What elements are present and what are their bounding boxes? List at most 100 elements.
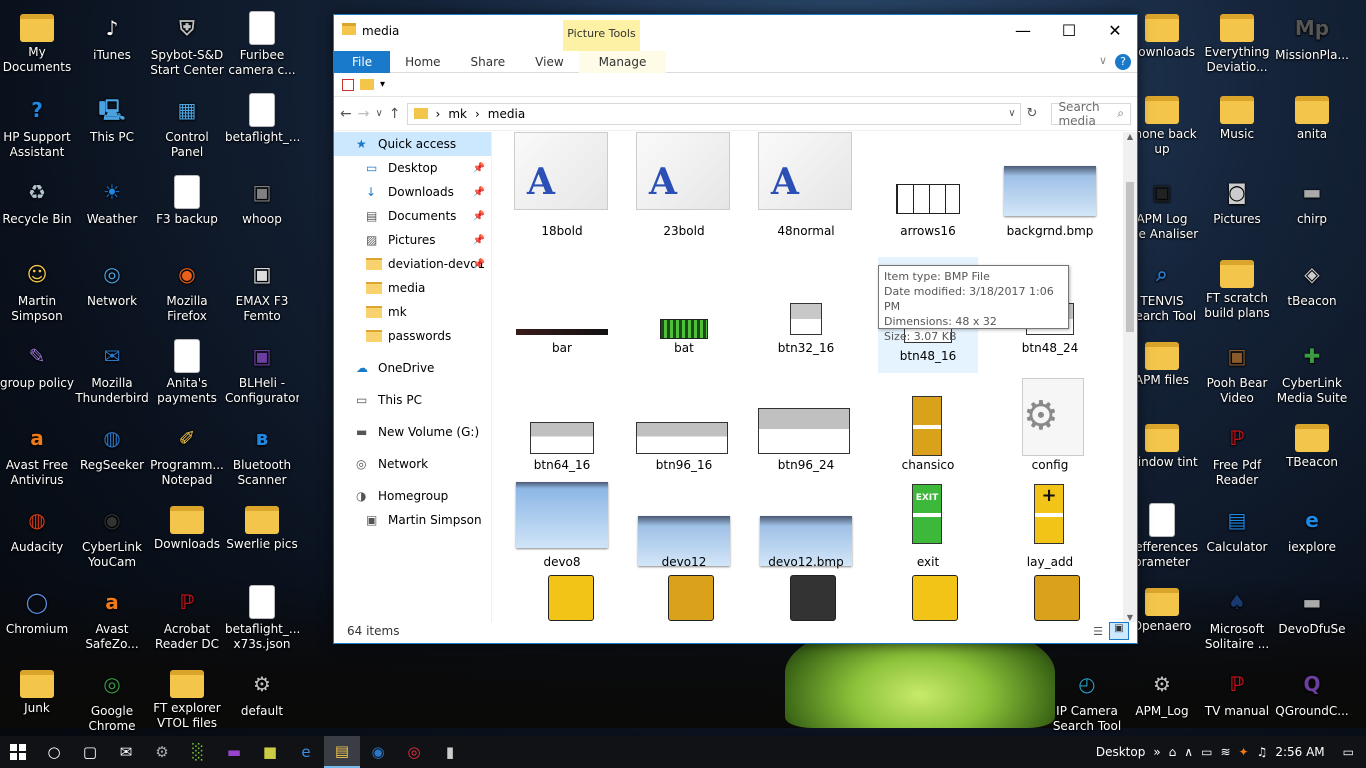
nav-item-this-pc[interactable]: ▭ This PC — [334, 388, 491, 412]
nav-item-onedrive[interactable]: ☁ OneDrive — [334, 356, 491, 380]
desktop-icon[interactable]: Everything Deviatio... — [1200, 8, 1274, 88]
app-taskbar-icon[interactable]: ▬ — [216, 736, 252, 768]
desktop-icon[interactable]: Junk — [0, 664, 74, 744]
nav-item-passwords[interactable]: passwords — [334, 324, 491, 348]
qat-dropdown-icon[interactable]: ▾ — [380, 79, 385, 90]
ribbon-expand-chevron-icon[interactable]: ∨ — [1099, 54, 1107, 67]
app-taskbar-icon[interactable]: ░ — [180, 736, 216, 768]
desktop-icon[interactable]: ▣ whoop — [225, 172, 299, 252]
nav-item-homegroup[interactable]: ◑ Homegroup — [334, 484, 491, 508]
desktop-icon[interactable]: betaflight_... — [225, 90, 299, 170]
volume-icon[interactable]: ♫ — [1257, 745, 1268, 759]
file-thumbnail-partial[interactable] — [1034, 575, 1080, 621]
vertical-scrollbar[interactable]: ▲ ▼ — [1123, 132, 1137, 622]
file-item[interactable]: btn96_16 — [634, 366, 734, 482]
breadcrumb-media[interactable]: media — [488, 107, 525, 121]
desktop-icon[interactable]: Downloads — [150, 500, 224, 580]
desktop-icon[interactable]: ▣ BLHeli - Configurator — [225, 336, 299, 416]
tab-manage[interactable]: Manage — [578, 51, 667, 73]
desktop-icon[interactable]: Anita's payments — [150, 336, 224, 416]
file-item[interactable]: btn96_24 — [756, 366, 856, 482]
desktop-icon[interactable]: My Documents — [0, 8, 74, 88]
nav-item-pictures[interactable]: ▨ Pictures 📌 — [334, 228, 491, 252]
clock[interactable]: 2:56 AM — [1275, 745, 1324, 759]
up-arrow-icon[interactable]: ↑ — [389, 106, 401, 122]
desktop-icon[interactable]: ◎ Google Chrome — [75, 664, 149, 744]
desktop-icon[interactable]: betaflight_... x73s.json — [225, 582, 299, 662]
desktop-icon[interactable]: ☀ Weather — [75, 172, 149, 252]
nav-item-new-volume-g-[interactable]: ▬ New Volume (G:) — [334, 420, 491, 444]
nav-item-deviation-devo1[interactable]: deviation-devo1 📌 — [334, 252, 491, 276]
file-item[interactable]: A 18bold — [512, 132, 612, 248]
desktop-icon[interactable]: a Avast SafeZo... — [75, 582, 149, 662]
desktop-icon[interactable]: ✚ CyberLink Media Suite — [1275, 336, 1349, 416]
address-dropdown-icon[interactable]: ∨ — [1008, 108, 1015, 119]
desktop-icon[interactable]: ✉ Mozilla Thunderbird — [75, 336, 149, 416]
desktop-icon[interactable]: ☺ Martin Simpson — [0, 254, 74, 334]
desktop-icon[interactable]: Q QGroundC... — [1275, 664, 1349, 744]
desktop-icon[interactable]: ✐ Programm... Notepad — [150, 418, 224, 498]
tab-home[interactable]: Home — [390, 51, 455, 73]
file-item[interactable]: A 23bold — [634, 132, 734, 248]
desktop-icon[interactable]: ◉ Mozilla Firefox — [150, 254, 224, 334]
desktop-icon[interactable]: 🖳 This PC — [75, 90, 149, 170]
large-icons-view-icon[interactable]: ▣ — [1109, 622, 1129, 640]
breadcrumb-mk[interactable]: mk — [448, 107, 467, 121]
file-thumbnail-partial[interactable] — [912, 575, 958, 621]
desktop-icon[interactable]: ⛨ Spybot-S&D Start Center — [150, 8, 224, 88]
desktop-icon[interactable]: ʙ Bluetooth Scanner — [225, 418, 299, 498]
app-taskbar-icon[interactable]: ■ — [252, 736, 288, 768]
recent-locations-chevron-icon[interactable]: ∨ — [375, 108, 382, 119]
desktop-icon[interactable]: ▤ Calculator — [1200, 500, 1274, 580]
desktop-icon[interactable]: FT explorer VTOL files — [150, 664, 224, 744]
nav-item-documents[interactable]: ▤ Documents 📌 — [334, 204, 491, 228]
battery-icon[interactable]: ▭ — [1201, 745, 1212, 759]
app-taskbar-icon[interactable]: ▮ — [432, 736, 468, 768]
scroll-thumb[interactable] — [1126, 182, 1134, 332]
show-hidden-icons-chevron-icon[interactable]: ∧ — [1184, 745, 1193, 759]
toolbar-chevron-icon[interactable]: » — [1153, 745, 1160, 759]
edge-icon[interactable]: e — [288, 736, 324, 768]
desktop-icon[interactable]: anita — [1275, 90, 1349, 170]
desktop-icon[interactable]: ℙ TV manual — [1200, 664, 1274, 744]
wifi-icon[interactable]: ≋ — [1220, 745, 1230, 759]
desktop-icon[interactable]: ℙ Acrobat Reader DC — [150, 582, 224, 662]
notifications-icon[interactable]: ▭ — [1343, 745, 1354, 759]
help-icon[interactable]: ? — [1115, 54, 1131, 70]
mail-taskbar-icon[interactable]: ✉ — [108, 736, 144, 768]
desktop-icon[interactable]: ◍ Audacity — [0, 500, 74, 580]
desktop-icon[interactable]: ▬ chirp — [1275, 172, 1349, 252]
desktop-icon[interactable]: ♠ Microsoft Solitaire ... — [1200, 582, 1274, 662]
desktop-icon[interactable]: ◈ tBeacon — [1275, 254, 1349, 334]
desktop-toolbar-label[interactable]: Desktop — [1096, 745, 1146, 759]
desktop-icon[interactable]: F3 backup — [150, 172, 224, 252]
explorer-taskbar-icon[interactable]: ▤ — [324, 736, 360, 768]
desktop-icon[interactable]: ▬ DevoDfuSe — [1275, 582, 1349, 662]
nav-item-quick-access[interactable]: ★ Quick access — [334, 132, 491, 156]
file-item[interactable]: chansico — [878, 366, 978, 482]
chrome-taskbar-icon[interactable]: ◎ — [396, 736, 432, 768]
file-item[interactable]: btn32_16 — [756, 249, 856, 365]
minimize-button[interactable]: — — [1000, 15, 1046, 46]
desktop-icon[interactable]: ◎ Network — [75, 254, 149, 334]
thunderbird-taskbar-icon[interactable]: ◉ — [360, 736, 396, 768]
task-view-icon[interactable]: ▢ — [72, 736, 108, 768]
desktop-icon[interactable]: Furibee camera c... — [225, 8, 299, 88]
address-path[interactable]: › mk › media ∨ — [406, 102, 1021, 125]
nav-item-desktop[interactable]: ▭ Desktop 📌 — [334, 156, 491, 180]
file-item[interactable]: backgrnd.bmp — [1000, 132, 1100, 248]
scroll-up-icon[interactable]: ▲ — [1123, 132, 1137, 141]
tab-file[interactable]: File — [334, 51, 391, 73]
nav-item-media[interactable]: media — [334, 276, 491, 300]
file-thumbnail-partial[interactable] — [790, 575, 836, 621]
close-button[interactable]: ✕ — [1092, 15, 1138, 46]
desktop-icon[interactable]: ◯ Chromium — [0, 582, 74, 662]
properties-checkbox-icon[interactable] — [342, 78, 354, 91]
desktop-icon[interactable]: ⚙ APM_Log — [1125, 664, 1199, 744]
desktop-icon[interactable]: ▦ Control Panel — [150, 90, 224, 170]
desktop-icon[interactable]: Music — [1200, 90, 1274, 170]
desktop-icon[interactable]: ▣ Pooh Bear Video — [1200, 336, 1274, 416]
nav-item-downloads[interactable]: ↓ Downloads 📌 — [334, 180, 491, 204]
file-item[interactable]: ⚙ config — [1000, 366, 1100, 482]
nav-item-mk[interactable]: mk — [334, 300, 491, 324]
